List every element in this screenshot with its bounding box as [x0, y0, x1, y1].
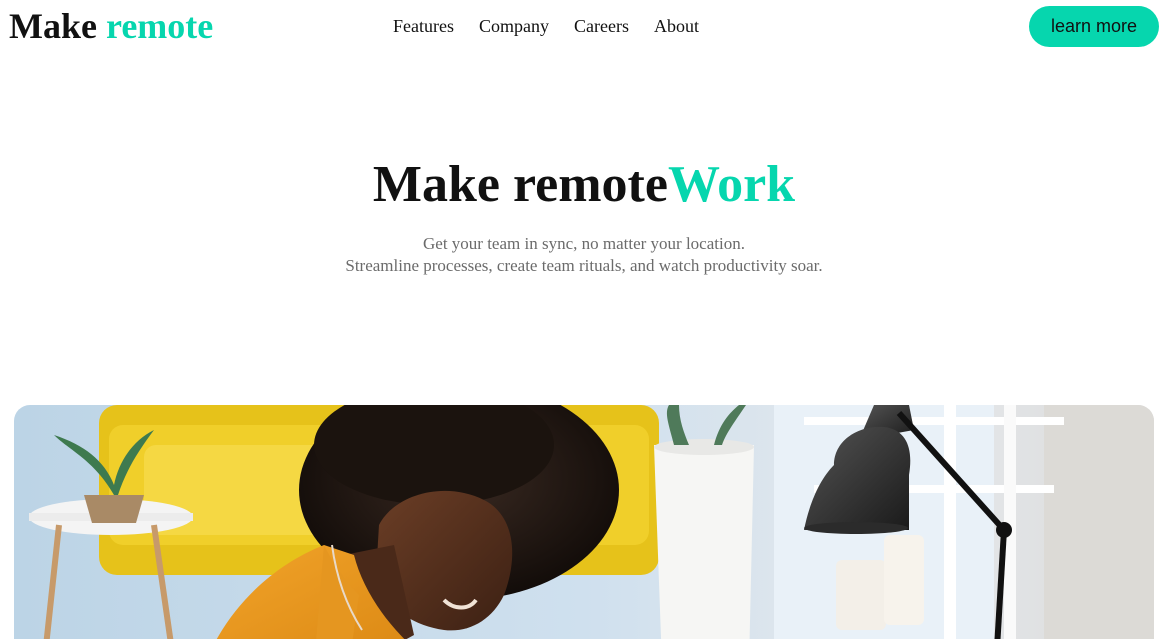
logo-text-make: Make — [9, 6, 106, 46]
nav-link-company[interactable]: Company — [479, 15, 549, 37]
nav-link-careers[interactable]: Careers — [574, 15, 629, 37]
logo[interactable]: Make remote — [9, 4, 213, 48]
hero-image — [14, 405, 1154, 639]
hero-title-main: Make remote — [372, 156, 668, 213]
hero-subtitle-line-1: Get your team in sync, no matter your lo… — [423, 234, 745, 253]
logo-text-remote: remote — [105, 6, 214, 46]
hero-title-accent: Work — [667, 156, 796, 213]
nav-link-features[interactable]: Features — [393, 15, 454, 37]
learn-more-button[interactable]: learn more — [1029, 6, 1159, 47]
nav-link-about[interactable]: About — [654, 15, 699, 37]
hero-subtitle: Get your team in sync, no matter your lo… — [0, 233, 1168, 277]
main-nav: Features Company Careers About — [393, 15, 699, 37]
hero-title: Make remoteWork — [0, 155, 1168, 215]
woman-working-photo-icon — [14, 405, 1154, 639]
hero-subtitle-line-2: Streamline processes, create team ritual… — [345, 256, 823, 275]
site-header: Make remote Features Company Careers Abo… — [0, 0, 1168, 54]
